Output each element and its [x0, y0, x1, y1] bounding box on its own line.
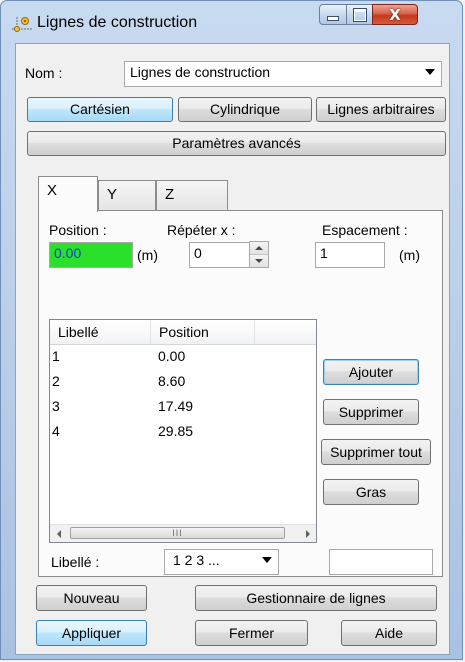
gras-button[interactable]: Gras — [323, 479, 419, 505]
scroll-right-button[interactable] — [299, 525, 316, 542]
espacement-unit: (m) — [399, 247, 420, 263]
tab-y[interactable]: Y — [98, 180, 156, 211]
tab-z[interactable]: Z — [156, 180, 228, 211]
title-bar[interactable]: Lignes de construction X — [1, 1, 462, 43]
position-input[interactable]: 0.00 — [49, 242, 133, 268]
construction-lines-list[interactable]: Libellé Position 1 0.00 2 8.60 3 17.49 4 — [49, 319, 317, 543]
dialog-client-area: Nom : Lignes de construction Cartésien C… — [15, 43, 450, 655]
nom-combo-value: Lignes de construction — [130, 64, 271, 80]
column-header-libelle[interactable]: Libellé — [50, 320, 151, 344]
espacement-input[interactable]: 1 — [315, 242, 385, 268]
gestionnaire-de-lignes-button[interactable]: Gestionnaire de lignes — [195, 585, 437, 611]
row-position: 17.49 — [158, 398, 194, 414]
chevron-down-icon — [262, 557, 272, 563]
cylindrique-button[interactable]: Cylindrique — [178, 97, 312, 122]
close-button[interactable]: X — [372, 4, 418, 25]
row-position: 29.85 — [158, 423, 194, 439]
row-label: 1 — [52, 348, 60, 364]
construction-lines-icon — [12, 17, 32, 32]
libelle-combo-value: 1 2 3 ... — [173, 552, 220, 568]
ajouter-button[interactable]: Ajouter — [323, 359, 419, 385]
scroll-thumb[interactable]: III — [70, 527, 285, 539]
table-row[interactable]: 4 29.85 — [50, 422, 316, 443]
espacement-label: Espacement : — [322, 222, 408, 238]
column-header-position[interactable]: Position — [151, 320, 255, 344]
cartesien-button[interactable]: Cartésien — [27, 97, 173, 122]
libelle-label: Libellé : — [51, 554, 100, 570]
libelle-combo[interactable]: 1 2 3 ... — [164, 549, 279, 575]
table-row[interactable]: 3 17.49 — [50, 397, 316, 418]
tab-panel-x: Position : 0.00 (m) Répéter x : 0 Espace… — [38, 210, 443, 577]
fermer-button[interactable]: Fermer — [195, 620, 308, 646]
parametres-avances-button[interactable]: Paramètres avancés — [27, 131, 446, 156]
repeter-spinner[interactable] — [249, 241, 269, 268]
row-label: 4 — [52, 423, 60, 439]
maximize-icon — [353, 8, 366, 21]
row-label: 3 — [52, 398, 60, 414]
scroll-left-button[interactable] — [50, 525, 67, 542]
nouveau-button[interactable]: Nouveau — [36, 585, 147, 611]
list-header: Libellé Position — [50, 320, 316, 345]
lignes-arbitraires-button[interactable]: Lignes arbitraires — [316, 97, 446, 122]
position-label: Position : — [49, 222, 107, 238]
nom-label: Nom : — [25, 65, 63, 81]
row-position: 0.00 — [158, 348, 186, 364]
minimize-button[interactable] — [319, 4, 347, 25]
chevron-down-icon — [425, 69, 435, 75]
tab-x[interactable]: X — [38, 176, 98, 212]
spin-up-button[interactable] — [250, 242, 268, 255]
repeter-input[interactable]: 0 — [189, 242, 249, 268]
arrow-up-icon — [255, 246, 263, 250]
supprimer-tout-button[interactable]: Supprimer tout — [321, 439, 431, 465]
horizontal-scrollbar[interactable]: III — [50, 524, 316, 542]
table-row[interactable]: 1 0.00 — [50, 347, 316, 368]
arrow-right-icon — [305, 529, 310, 538]
repeter-label: Répéter x : — [167, 222, 236, 238]
nom-combo[interactable]: Lignes de construction — [124, 61, 442, 87]
table-row[interactable]: 2 8.60 — [50, 372, 316, 393]
arrow-down-icon — [255, 259, 263, 263]
row-label: 2 — [52, 373, 60, 389]
aide-button[interactable]: Aide — [341, 620, 437, 646]
row-position: 8.60 — [158, 373, 186, 389]
appliquer-button[interactable]: Appliquer — [36, 620, 147, 646]
libelle-extra-input[interactable] — [329, 549, 433, 575]
position-unit: (m) — [137, 247, 158, 263]
dialog-window: Lignes de construction X Nom : Lignes de… — [0, 0, 463, 660]
minimize-icon — [327, 16, 339, 21]
window-title: Lignes de construction — [37, 14, 198, 31]
maximize-button[interactable] — [346, 4, 373, 25]
close-icon: X — [389, 5, 401, 24]
supprimer-button[interactable]: Supprimer — [323, 399, 419, 425]
spin-down-button[interactable] — [250, 255, 268, 267]
arrow-left-icon — [56, 529, 61, 538]
